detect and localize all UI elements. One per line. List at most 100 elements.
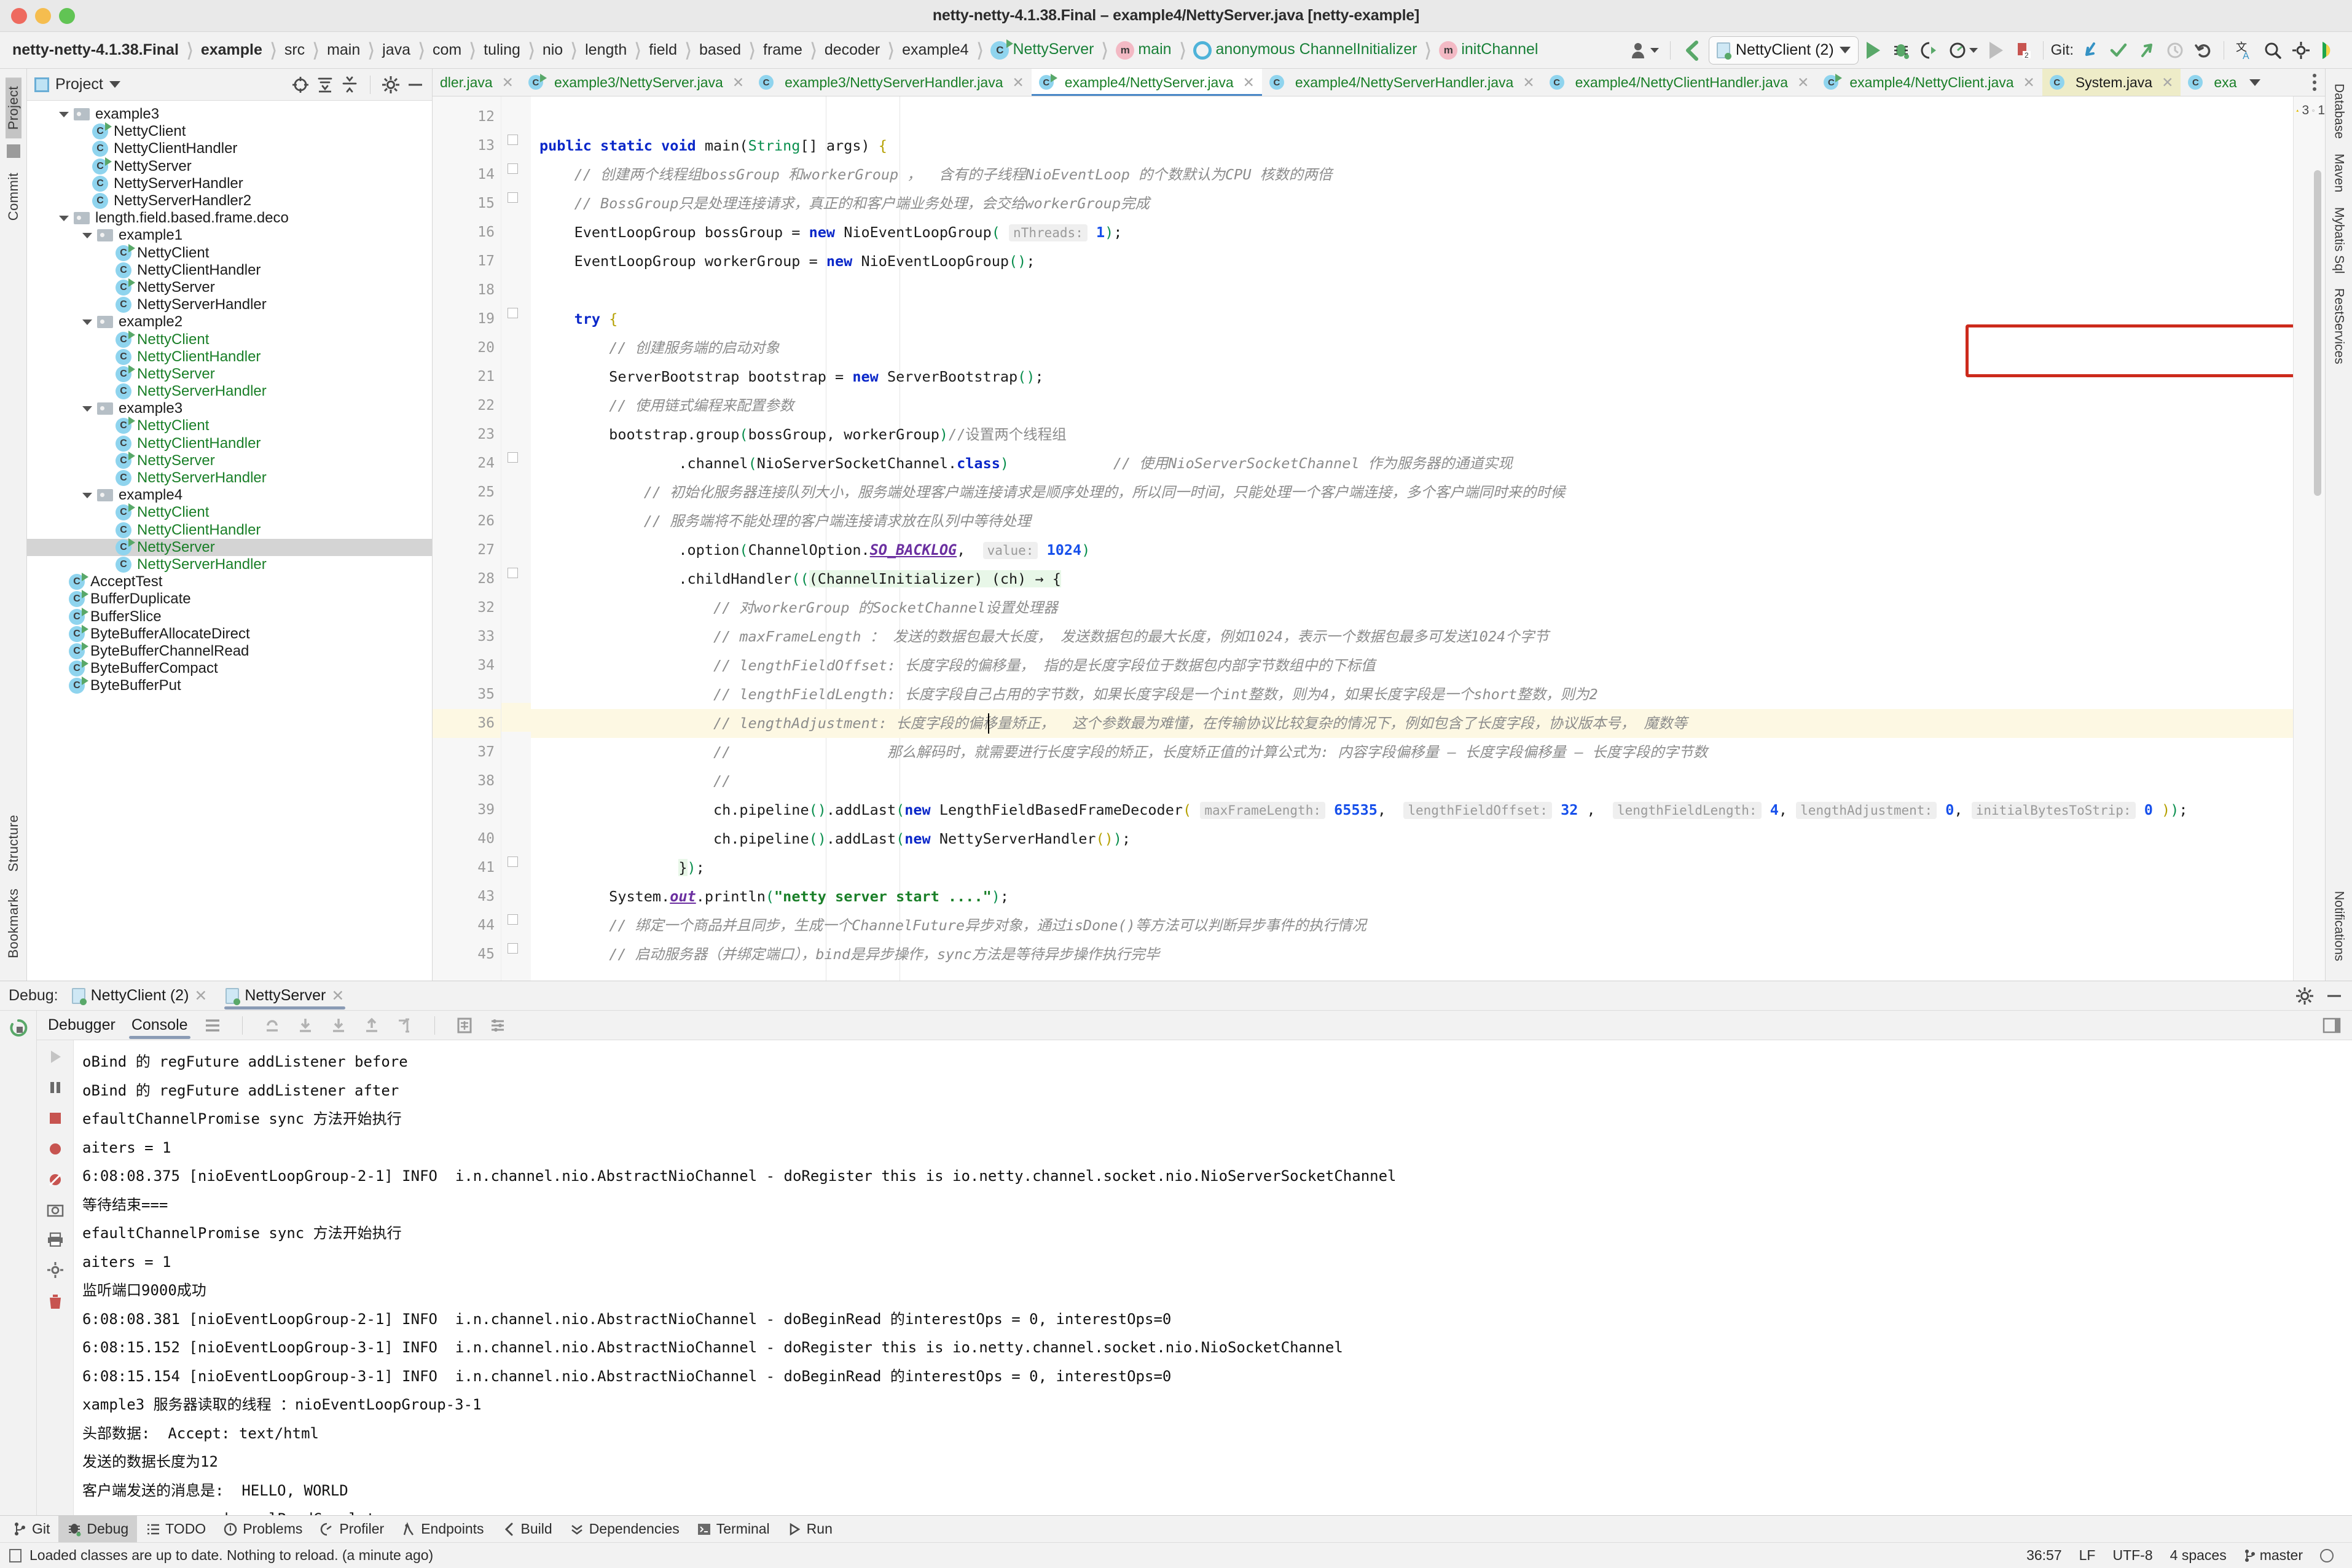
tree-node-nettyserver[interactable]: CNettyServer bbox=[27, 279, 432, 296]
force-step-into-icon[interactable] bbox=[330, 1017, 347, 1034]
fold-icon[interactable] bbox=[508, 308, 518, 318]
chevron-down-icon[interactable] bbox=[59, 216, 69, 221]
tree-node-bytebufferchannelread[interactable]: CByteBufferChannelRead bbox=[27, 643, 432, 660]
code-line[interactable]: ServerBootstrap bootstrap = new ServerBo… bbox=[531, 363, 2293, 391]
editor-tab-example4-nettyclienthandler-java[interactable]: Cexample4/NettyClientHandler.java✕ bbox=[1542, 69, 1817, 96]
editor-tab-example4-nettyclient-java[interactable]: Cexample4/NettyClient.java✕ bbox=[1816, 69, 2042, 96]
scroll-to-source-icon[interactable] bbox=[291, 76, 310, 94]
breadcrumb-item-field[interactable]: field bbox=[644, 41, 682, 59]
chevron-down-icon[interactable] bbox=[82, 406, 92, 412]
tree-node-nettyserver[interactable]: CNettyServer bbox=[27, 366, 432, 383]
line-number[interactable]: 35 bbox=[433, 680, 501, 709]
code-line[interactable]: .childHandler(((ChannelInitializer) (ch)… bbox=[531, 565, 2293, 594]
breadcrumb-item-nio[interactable]: nio bbox=[538, 41, 568, 59]
git-push-icon[interactable] bbox=[2134, 37, 2160, 64]
tree-node-nettyserver[interactable]: CNettyServer bbox=[27, 158, 432, 175]
rail-item-mybatis-sql[interactable]: Mybatis Sql bbox=[2332, 200, 2346, 281]
view-breakpoints-icon[interactable] bbox=[47, 1141, 63, 1157]
fold-marker-slot[interactable] bbox=[501, 934, 531, 963]
line-number[interactable]: 27 bbox=[433, 536, 501, 565]
editor-inspection-rail[interactable]: 3 1 bbox=[2293, 96, 2325, 981]
fold-marker-slot[interactable] bbox=[501, 559, 531, 587]
close-icon[interactable]: ✕ bbox=[1243, 74, 1255, 91]
breadcrumb-item-example4[interactable]: example4 bbox=[897, 41, 973, 59]
tree-node-length-field-based-frame-deco[interactable]: length.field.based.frame.deco bbox=[27, 210, 432, 227]
fold-marker-slot[interactable] bbox=[501, 732, 531, 761]
close-icon[interactable]: ✕ bbox=[331, 987, 344, 1005]
fold-marker-slot[interactable] bbox=[501, 674, 531, 703]
code-line[interactable]: // 绑定一个商品并且同步，生成一个ChannelFuture异步对象，通过is… bbox=[531, 911, 2293, 940]
close-icon[interactable]: ✕ bbox=[194, 987, 207, 1005]
stop-button[interactable]: 2 bbox=[2011, 37, 2036, 64]
fold-marker-slot[interactable] bbox=[501, 703, 531, 732]
fold-marker-slot[interactable] bbox=[501, 212, 531, 241]
editor-tab-exa[interactable]: Cexa bbox=[2181, 69, 2268, 96]
tool-window-button-debug[interactable]: Debug bbox=[58, 1516, 137, 1543]
git-update-icon[interactable] bbox=[2077, 37, 2103, 64]
breadcrumb-item-com[interactable]: com bbox=[428, 41, 466, 59]
line-number[interactable]: 13 bbox=[433, 131, 501, 160]
debug-button[interactable] bbox=[1888, 37, 1914, 64]
run-button[interactable] bbox=[1861, 37, 1886, 64]
fold-icon[interactable] bbox=[508, 914, 518, 925]
line-number[interactable]: 21 bbox=[433, 363, 501, 391]
tool-window-button-git[interactable]: Git bbox=[5, 1516, 58, 1543]
tree-node-bytebuffercompact[interactable]: CByteBufferCompact bbox=[27, 660, 432, 677]
code-line[interactable] bbox=[531, 276, 2293, 305]
git-rollback-icon[interactable] bbox=[2190, 37, 2216, 64]
step-out-icon[interactable] bbox=[363, 1017, 380, 1034]
tree-node-nettyclient[interactable]: CNettyClient bbox=[27, 504, 432, 521]
fold-icon[interactable] bbox=[508, 857, 518, 867]
rerun-icon[interactable] bbox=[9, 1018, 28, 1038]
run-configuration-selector[interactable]: NettyClient (2) bbox=[1709, 36, 1859, 65]
line-number[interactable]: 17 bbox=[433, 247, 501, 276]
print-icon[interactable] bbox=[47, 1232, 64, 1247]
fold-marker-slot[interactable] bbox=[501, 818, 531, 847]
fold-icon[interactable] bbox=[508, 163, 518, 174]
profile-button[interactable] bbox=[1945, 37, 1982, 64]
tool-window-button-terminal[interactable]: Terminal bbox=[688, 1516, 778, 1543]
code-line[interactable]: try { bbox=[531, 305, 2293, 334]
tree-node-example4[interactable]: example4 bbox=[27, 487, 432, 504]
tree-node-nettyclienthandler[interactable]: CNettyClientHandler bbox=[27, 522, 432, 539]
line-number[interactable]: 39 bbox=[433, 796, 501, 825]
file-encoding[interactable]: UTF-8 bbox=[2112, 1547, 2152, 1564]
tree-node-nettyserverhandler[interactable]: CNettyServerHandler bbox=[27, 556, 432, 573]
line-number[interactable]: 45 bbox=[433, 940, 501, 969]
tree-node-nettyclient[interactable]: CNettyClient bbox=[27, 245, 432, 262]
mute-breakpoints-icon[interactable] bbox=[47, 1172, 63, 1188]
line-separator[interactable]: LF bbox=[2079, 1547, 2096, 1564]
rail-item-commit[interactable]: Commit bbox=[6, 164, 22, 229]
console-output[interactable]: oBind 的 regFuture addListener beforeoBin… bbox=[74, 1040, 2352, 1515]
code-line[interactable]: ch.pipeline().addLast(new NettyServerHan… bbox=[531, 825, 2293, 853]
tree-node-nettyclienthandler[interactable]: CNettyClientHandler bbox=[27, 348, 432, 366]
evaluate-expression-icon[interactable] bbox=[456, 1017, 473, 1034]
code-line[interactable]: // lengthAdjustment: 长度字段的偏移量矫正， 这个参数最为难… bbox=[531, 709, 2293, 738]
line-number[interactable]: 34 bbox=[433, 651, 501, 680]
code-line[interactable]: bootstrap.group(bossGroup, workerGroup)/… bbox=[531, 420, 2293, 449]
caret-position[interactable]: 36:57 bbox=[2026, 1547, 2062, 1564]
git-history-icon[interactable] bbox=[2162, 37, 2188, 64]
fold-icon[interactable] bbox=[508, 192, 518, 203]
step-into-icon[interactable] bbox=[297, 1017, 314, 1034]
more-tabs-icon[interactable] bbox=[2313, 74, 2316, 91]
screenshot-icon[interactable] bbox=[47, 1202, 64, 1217]
fold-marker-slot[interactable] bbox=[501, 327, 531, 356]
code-line[interactable]: // 对workerGroup 的SocketChannel设置处理器 bbox=[531, 594, 2293, 622]
rail-item-database[interactable]: Database bbox=[2332, 76, 2346, 146]
tree-node-bytebufferallocatedirect[interactable]: CByteBufferAllocateDirect bbox=[27, 625, 432, 643]
expand-console-icon[interactable] bbox=[2323, 1017, 2341, 1033]
code-line[interactable]: EventLoopGroup bossGroup = new NioEventL… bbox=[531, 218, 2293, 247]
code-line[interactable]: EventLoopGroup workerGroup = new NioEven… bbox=[531, 247, 2293, 276]
tree-node-accepttest[interactable]: CAcceptTest bbox=[27, 573, 432, 590]
breadcrumb-item-frame[interactable]: frame bbox=[758, 41, 807, 59]
code-line[interactable]: // BossGroup只是处理连接请求，真正的和客户端业务处理，会交给work… bbox=[531, 189, 2293, 218]
chevron-down-icon[interactable] bbox=[82, 493, 92, 498]
line-number[interactable]: 37 bbox=[433, 738, 501, 767]
run-with-coverage-button[interactable] bbox=[1916, 37, 1942, 64]
editor-tab-example3-nettyserver-java[interactable]: Cexample3/NettyServer.java✕ bbox=[521, 69, 751, 96]
tool-window-button-profiler[interactable]: Profiler bbox=[311, 1516, 393, 1543]
console-settings-icon[interactable] bbox=[47, 1261, 64, 1279]
layout-icon[interactable] bbox=[204, 1017, 221, 1034]
settings-gear-icon[interactable] bbox=[2295, 987, 2314, 1005]
